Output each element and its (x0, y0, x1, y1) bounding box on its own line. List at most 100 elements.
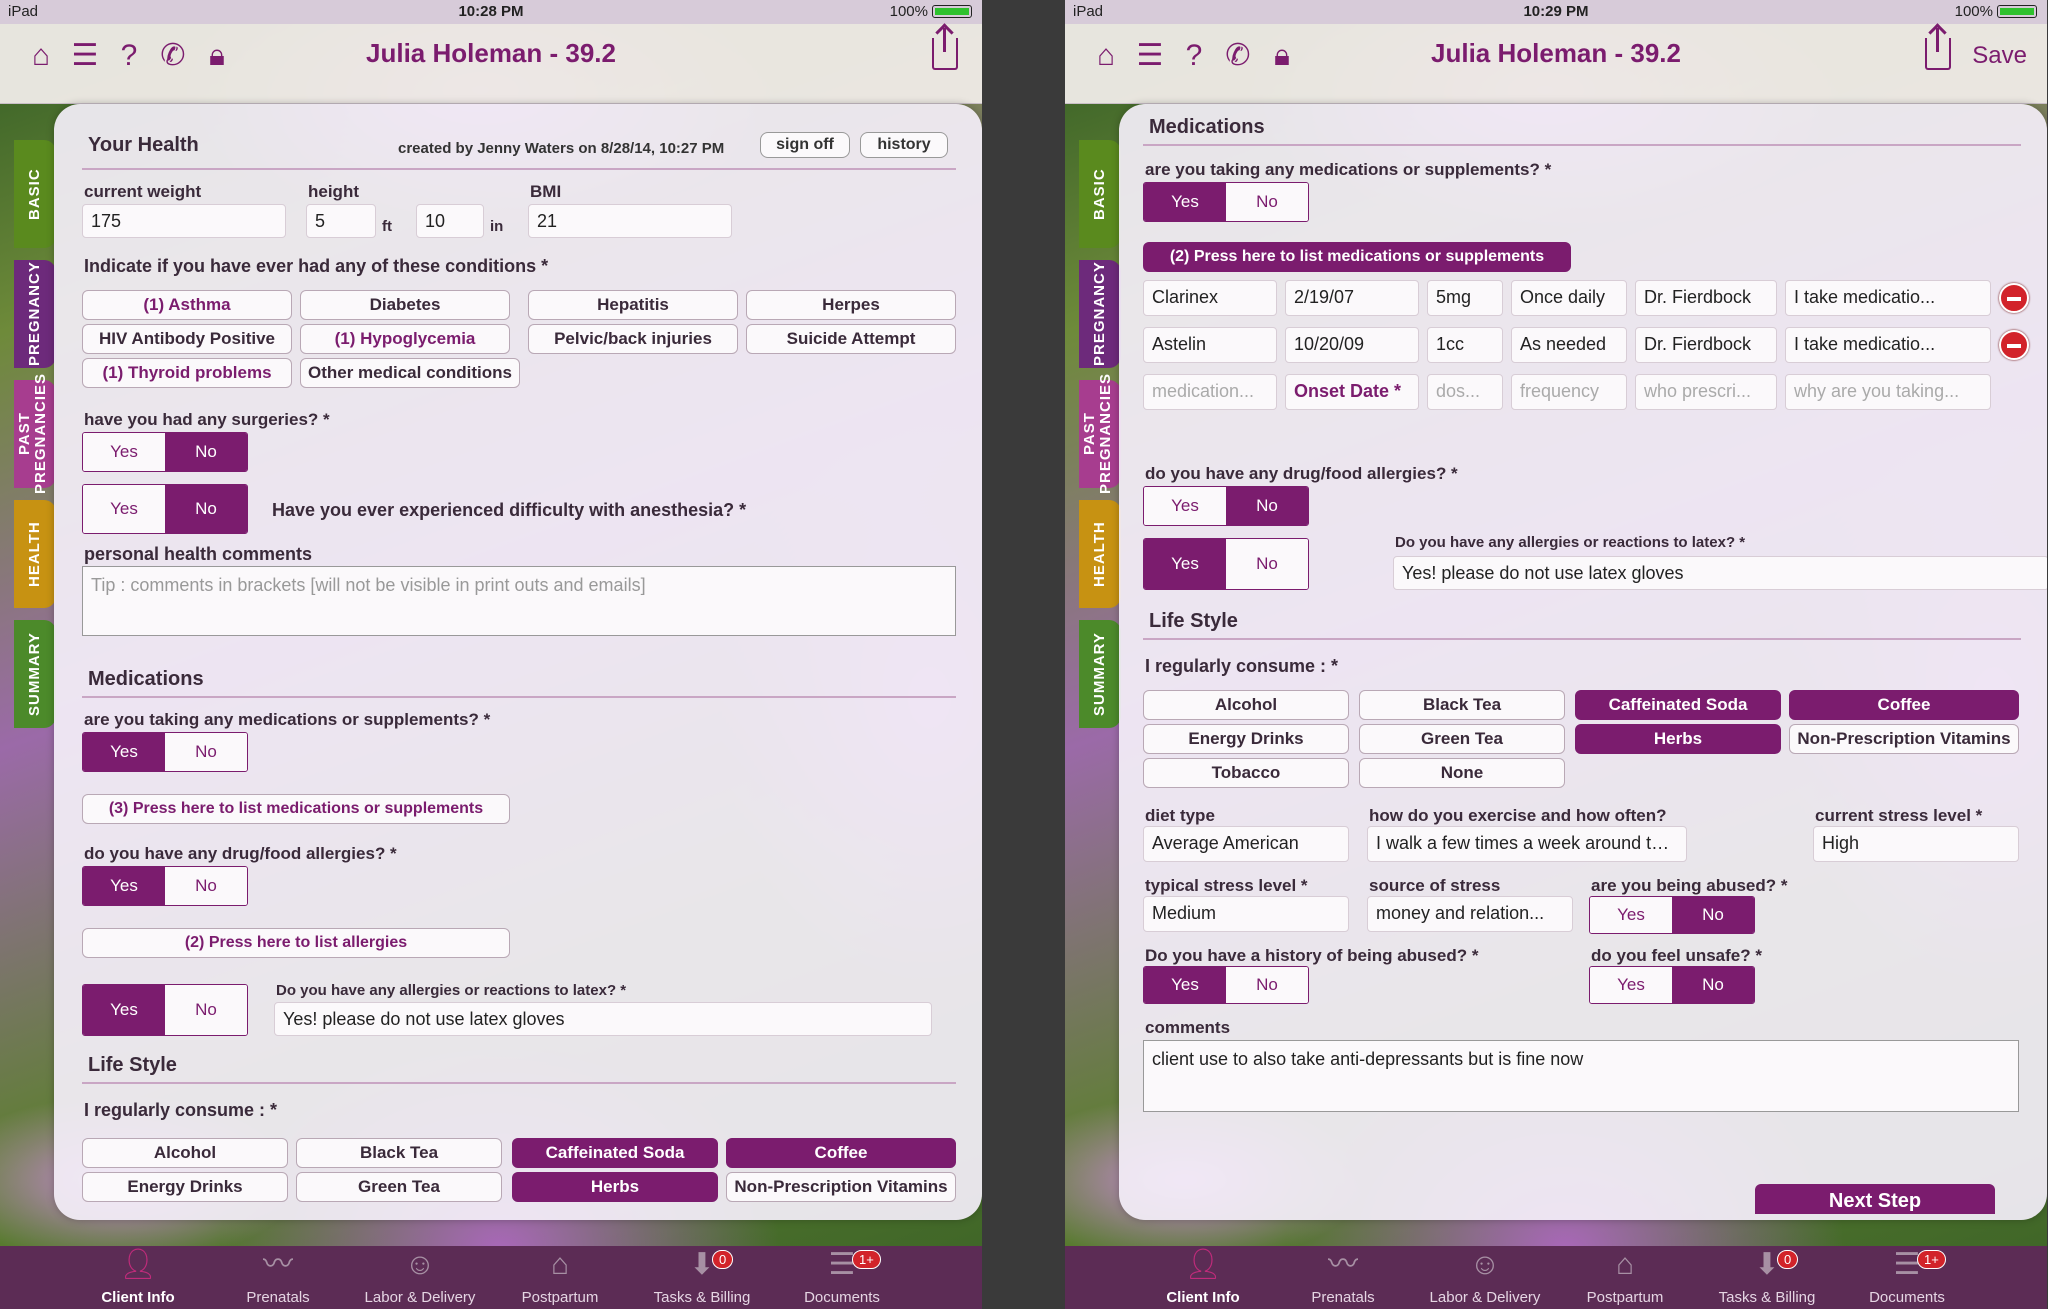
tab-basic[interactable]: BASIC (1079, 140, 1121, 248)
consume-tobacco[interactable]: Tobacco (1143, 758, 1349, 788)
anesthesia-no[interactable]: No (165, 485, 247, 533)
abuse-history-no[interactable]: No (1226, 967, 1308, 1003)
abuse-history-yes[interactable]: Yes (1144, 967, 1226, 1003)
tab-basic[interactable]: BASIC (14, 140, 56, 248)
latex-no[interactable]: No (1226, 539, 1308, 589)
consume-black-tea[interactable]: Black Tea (1359, 690, 1565, 720)
med-reason-input[interactable]: I take medicatio... (1785, 327, 1991, 363)
med-onset-input[interactable]: 10/20/09 (1285, 327, 1419, 363)
sign-off-button[interactable]: sign off (760, 132, 850, 158)
latex-no[interactable]: No (165, 985, 247, 1035)
new-med-name-input[interactable]: medication... (1143, 374, 1277, 410)
tab-postpartum[interactable]: ⌂ Postpartum (1555, 1246, 1695, 1309)
exercise-input[interactable]: I walk a few times a week around the nei… (1367, 826, 1687, 862)
comments-textarea[interactable]: Tip : comments in brackets [will not be … (82, 566, 956, 636)
height-ft-input[interactable]: 5 (306, 204, 376, 238)
tab-prenatals[interactable]: 〰 Prenatals (208, 1246, 348, 1309)
new-med-frequency-input[interactable]: frequency (1511, 374, 1627, 410)
share-icon[interactable] (1925, 28, 1951, 70)
tab-pregnancy[interactable]: PREGNANCY (14, 260, 56, 368)
consume-alcohol[interactable]: Alcohol (1143, 690, 1349, 720)
latex-answer-input[interactable]: Yes! please do not use latex gloves (1393, 556, 2047, 590)
tab-postpartum[interactable]: ⌂ Postpartum (490, 1246, 630, 1309)
med-reason-input[interactable]: I take medicatio... (1785, 280, 1991, 316)
med-dose-input[interactable]: 5mg (1427, 280, 1503, 316)
history-button[interactable]: history (860, 132, 948, 158)
typical-stress-input[interactable]: Medium (1143, 896, 1349, 932)
consume-energy-drinks[interactable]: Energy Drinks (1143, 724, 1349, 754)
share-icon[interactable] (932, 28, 958, 70)
med-name-input[interactable]: Clarinex (1143, 280, 1277, 316)
consume-energy-drinks[interactable]: Energy Drinks (82, 1172, 288, 1202)
list-medications-button[interactable]: (3) Press here to list medications or su… (82, 794, 510, 824)
consume-coffee[interactable]: Coffee (1789, 690, 2019, 720)
tab-summary[interactable]: SUMMARY (1079, 620, 1121, 728)
tab-documents[interactable]: ☰ 1+ Documents (1837, 1246, 1977, 1309)
consume-coffee[interactable]: Coffee (726, 1138, 956, 1168)
allergies-yes[interactable]: Yes (1144, 487, 1226, 525)
consume-none[interactable]: None (1359, 758, 1565, 788)
tab-labor-delivery[interactable]: ☺ Labor & Delivery (350, 1246, 490, 1309)
condition-hypoglycemia[interactable]: (1) Hypoglycemia (300, 324, 510, 354)
med-dose-input[interactable]: 1cc (1427, 327, 1503, 363)
med-frequency-input[interactable]: As needed (1511, 327, 1627, 363)
allergies-yes[interactable]: Yes (83, 867, 165, 905)
next-step-button[interactable]: Next Step (1755, 1184, 1995, 1214)
meds-no[interactable]: No (165, 733, 247, 771)
tab-tasks-billing[interactable]: ⬇ 0 Tasks & Billing (1697, 1246, 1837, 1309)
abused-yes[interactable]: Yes (1590, 897, 1672, 933)
tab-summary[interactable]: SUMMARY (14, 620, 56, 728)
meds-yes[interactable]: Yes (1144, 183, 1226, 221)
condition-hiv[interactable]: HIV Antibody Positive (82, 324, 292, 354)
tab-past-pregnancies[interactable]: PAST PREGNANCIES (1079, 373, 1121, 495)
condition-suicide-attempt[interactable]: Suicide Attempt (746, 324, 956, 354)
allergies-no[interactable]: No (1226, 487, 1308, 525)
meds-no[interactable]: No (1226, 183, 1308, 221)
remove-medication-icon[interactable] (1999, 283, 2029, 313)
med-frequency-input[interactable]: Once daily (1511, 280, 1627, 316)
latex-answer-input[interactable]: Yes! please do not use latex gloves (274, 1002, 932, 1036)
new-med-onset-input[interactable]: Onset Date * (1285, 374, 1419, 410)
tab-tasks-billing[interactable]: ⬇ 0 Tasks & Billing (632, 1246, 772, 1309)
comments-textarea[interactable]: client use to also take anti-depressants… (1143, 1040, 2019, 1112)
med-name-input[interactable]: Astelin (1143, 327, 1277, 363)
consume-black-tea[interactable]: Black Tea (296, 1138, 502, 1168)
consume-vitamins[interactable]: Non-Prescription Vitamins (1789, 724, 2019, 754)
condition-asthma[interactable]: (1) Asthma (82, 290, 292, 320)
tab-pregnancy[interactable]: PREGNANCY (1079, 260, 1121, 368)
new-med-dose-input[interactable]: dos... (1427, 374, 1503, 410)
consume-caffeinated-soda[interactable]: Caffeinated Soda (1575, 690, 1781, 720)
tab-prenatals[interactable]: 〰 Prenatals (1273, 1246, 1413, 1309)
latex-yes[interactable]: Yes (83, 985, 165, 1035)
tab-health[interactable]: HEALTH (14, 500, 56, 608)
condition-pelvic-back[interactable]: Pelvic/back injuries (528, 324, 738, 354)
tab-health[interactable]: HEALTH (1079, 500, 1121, 608)
med-prescriber-input[interactable]: Dr. Fierdbock (1635, 327, 1777, 363)
consume-herbs[interactable]: Herbs (1575, 724, 1781, 754)
surgeries-yes[interactable]: Yes (83, 433, 165, 471)
abused-no[interactable]: No (1672, 897, 1754, 933)
allergies-no[interactable]: No (165, 867, 247, 905)
consume-green-tea[interactable]: Green Tea (1359, 724, 1565, 754)
condition-hepatitis[interactable]: Hepatitis (528, 290, 738, 320)
condition-diabetes[interactable]: Diabetes (300, 290, 510, 320)
stress-source-input[interactable]: money and relation... (1367, 896, 1573, 932)
remove-medication-icon[interactable] (1999, 330, 2029, 360)
consume-green-tea[interactable]: Green Tea (296, 1172, 502, 1202)
tab-documents[interactable]: ☰ 1+ Documents (772, 1246, 912, 1309)
new-med-reason-input[interactable]: why are you taking... (1785, 374, 1991, 410)
list-allergies-button[interactable]: (2) Press here to list allergies (82, 928, 510, 958)
consume-vitamins[interactable]: Non-Prescription Vitamins (726, 1172, 956, 1202)
med-onset-input[interactable]: 2/19/07 (1285, 280, 1419, 316)
current-stress-input[interactable]: High (1813, 826, 2019, 862)
tab-labor-delivery[interactable]: ☺ Labor & Delivery (1415, 1246, 1555, 1309)
save-button[interactable]: Save (1972, 42, 2027, 70)
unsafe-no[interactable]: No (1672, 967, 1754, 1003)
consume-alcohol[interactable]: Alcohol (82, 1138, 288, 1168)
condition-herpes[interactable]: Herpes (746, 290, 956, 320)
condition-thyroid[interactable]: (1) Thyroid problems (82, 358, 292, 388)
meds-yes[interactable]: Yes (83, 733, 165, 771)
bmi-input[interactable]: 21 (528, 204, 732, 238)
tab-client-info[interactable]: 👤︎ Client Info (1133, 1246, 1273, 1309)
new-med-prescriber-input[interactable]: who prescri... (1635, 374, 1777, 410)
